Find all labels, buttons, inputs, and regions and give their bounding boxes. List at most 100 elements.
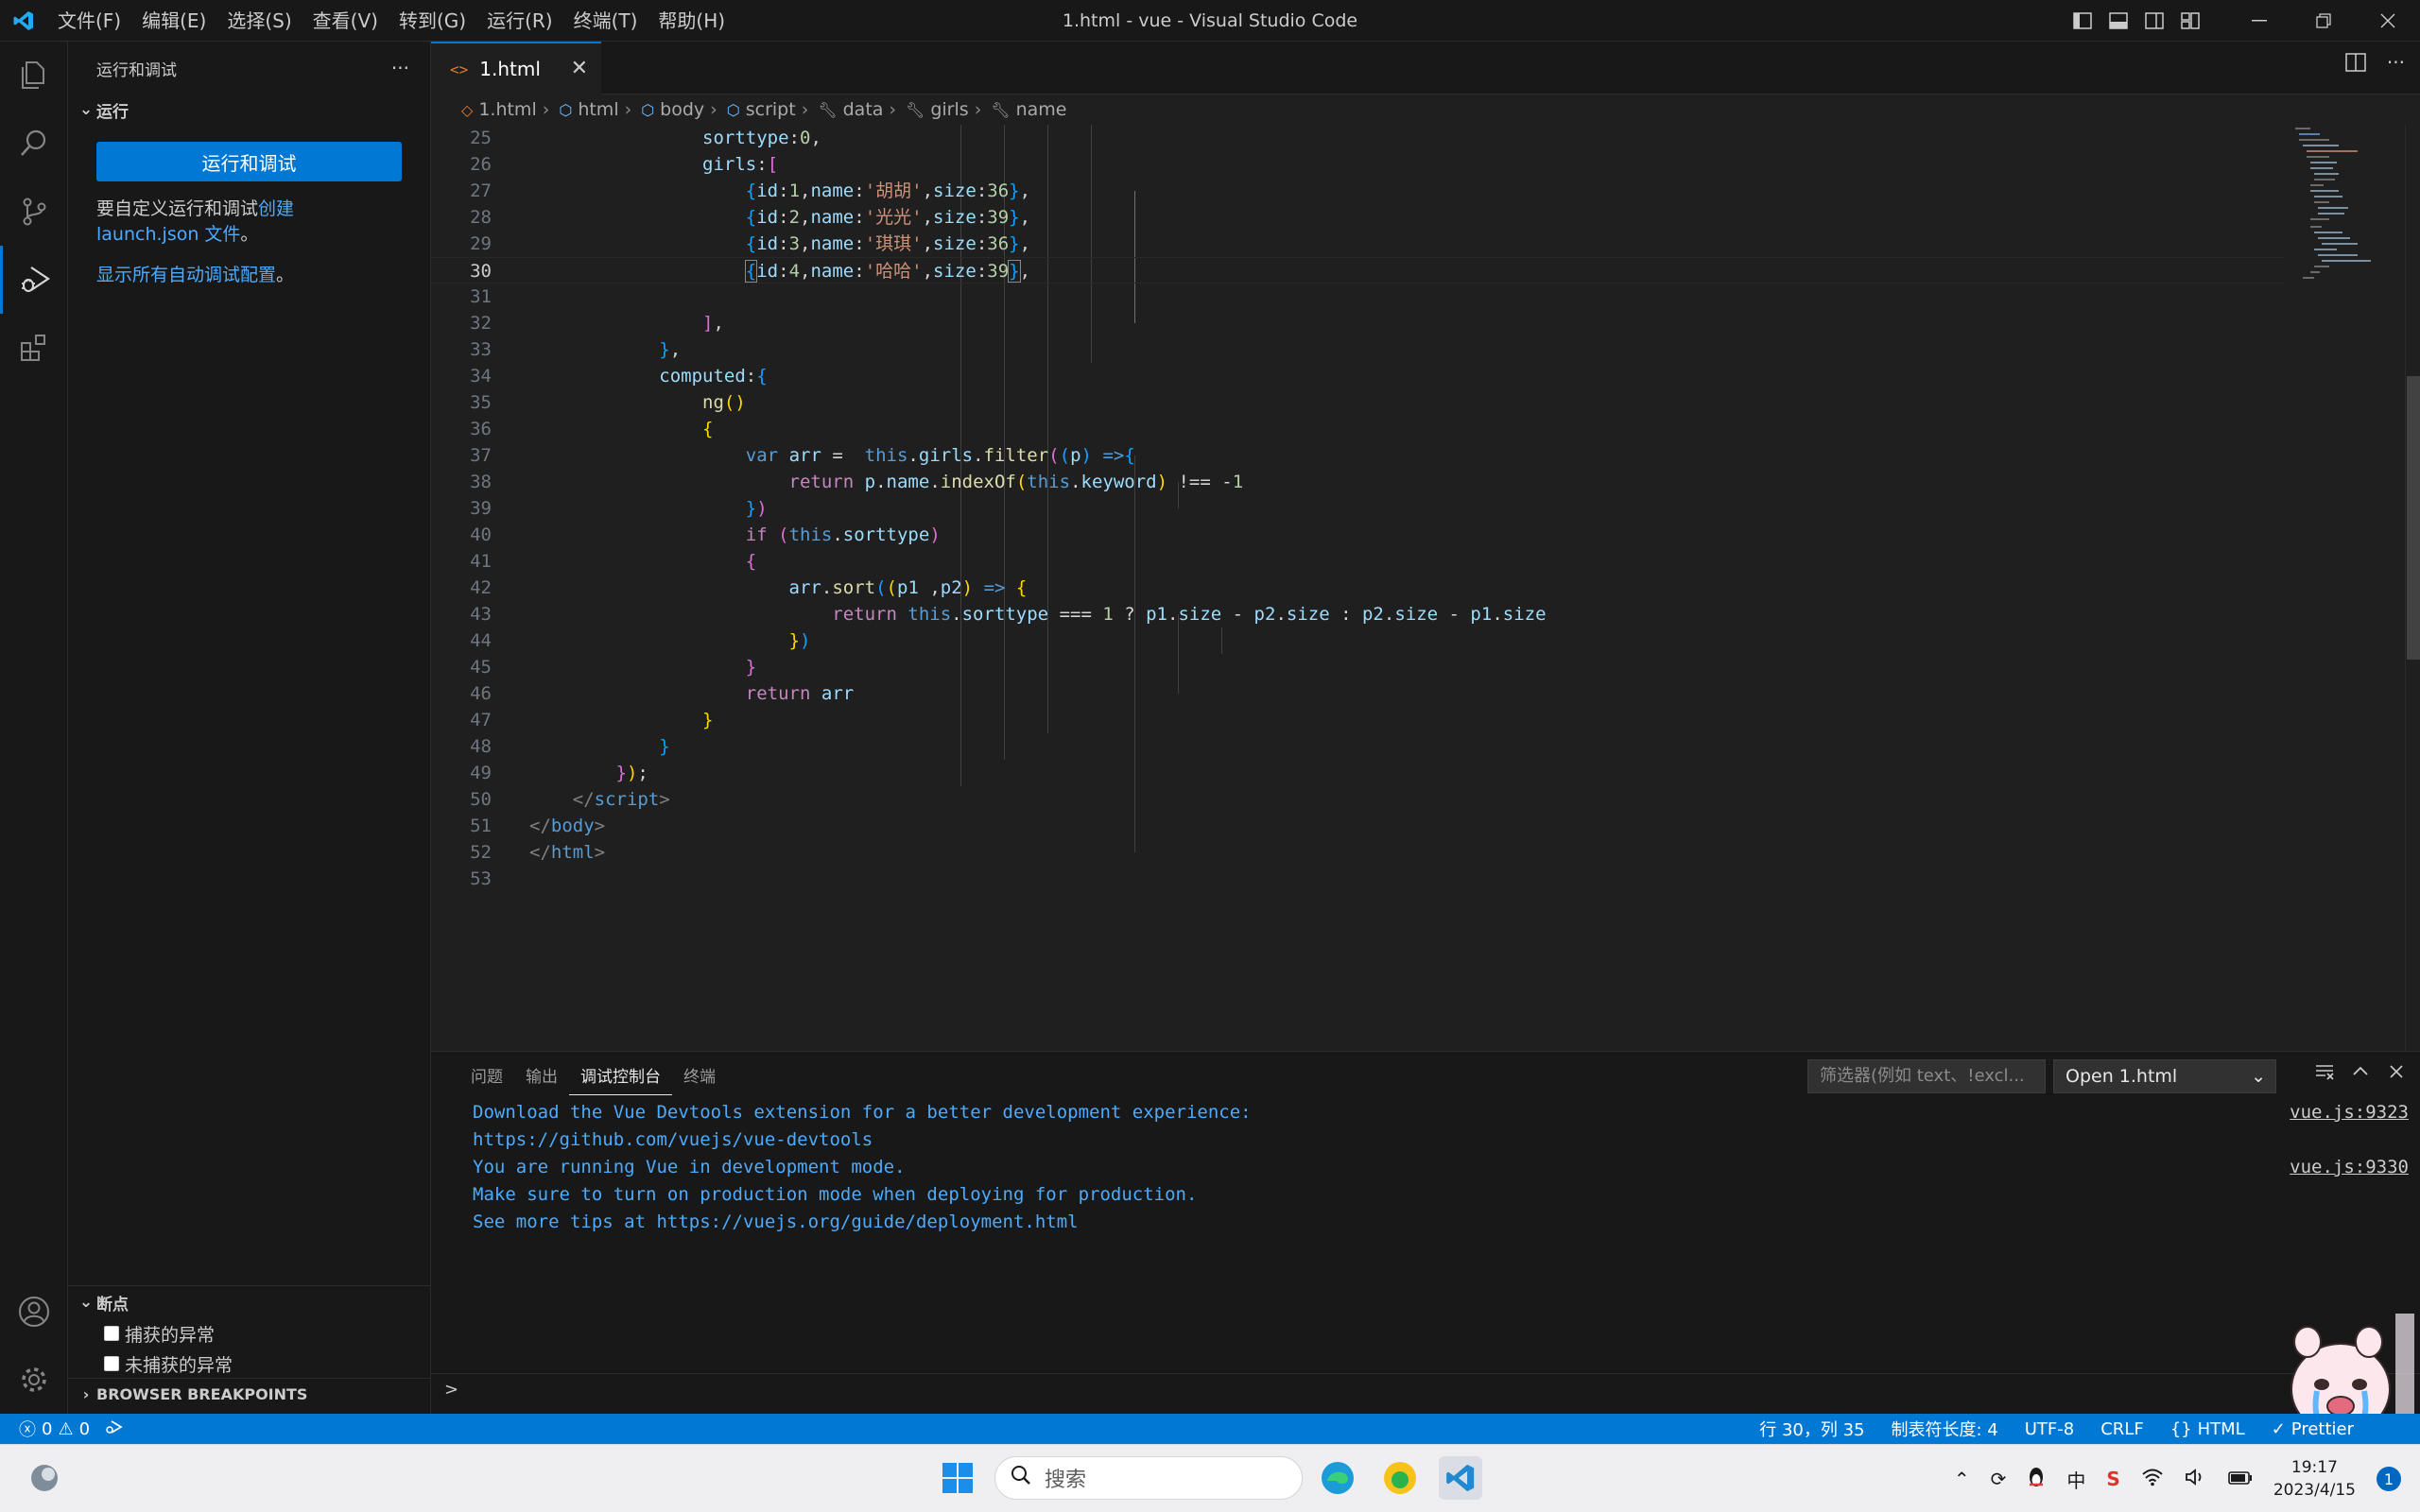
app-s-icon[interactable]: S <box>2106 1468 2119 1490</box>
ime-indicator[interactable]: 中 <box>2066 1466 2085 1493</box>
line-number: 31 <box>470 286 492 307</box>
close-panel-icon[interactable] <box>2386 1061 2407 1086</box>
tab-debug-console[interactable]: 调试控制台 <box>569 1063 672 1095</box>
code-text: computed:{ <box>659 366 768 387</box>
start-menu-icon[interactable] <box>936 1456 979 1500</box>
tab-problems[interactable]: 问题 <box>459 1063 514 1095</box>
clock[interactable]: 19:17 2023/4/15 <box>2273 1456 2356 1502</box>
breadcrumb-script[interactable]: ⬡ script <box>723 99 796 120</box>
manage-gear-icon[interactable] <box>0 1346 68 1414</box>
wrench-icon: 🔧︎ <box>906 100 925 119</box>
debug-status-icon[interactable] <box>105 1418 124 1440</box>
accounts-icon[interactable] <box>0 1278 68 1346</box>
menu-view[interactable]: 查看(V) <box>302 5 389 37</box>
breadcrumb-name-label: name <box>1015 99 1067 120</box>
code-line: 34 computed:{ <box>431 363 2284 389</box>
browser-breakpoints-header[interactable]: › BROWSER BREAKPOINTS <box>68 1378 431 1410</box>
debug-console-input[interactable]: > <box>431 1373 2420 1405</box>
console-source-link[interactable]: vue.js:9323 <box>2290 1099 2409 1126</box>
editor-more-icon[interactable]: ··· <box>2387 53 2405 76</box>
toggle-primary-sidebar-icon[interactable] <box>2065 0 2100 42</box>
tab-1-html[interactable]: <> 1.html ✕ <box>431 42 601 94</box>
menu-bar: 文件(F) 编辑(E) 选择(S) 查看(V) 转到(G) 运行(R) 终端(T… <box>47 0 735 42</box>
breadcrumb-separator-icon: › <box>974 99 982 120</box>
code-line: 27 {id:1,name:'胡胡',size:36}, <box>431 178 2284 204</box>
toggle-secondary-sidebar-icon[interactable] <box>2136 0 2172 42</box>
breadcrumb-body[interactable]: ⬡ body <box>637 99 704 120</box>
editor-scrollbar[interactable] <box>2405 125 2420 1051</box>
battery-icon[interactable] <box>2228 1468 2253 1490</box>
code-text: return p.name.indexOf(this.keyword) !== … <box>788 472 1244 492</box>
clear-console-icon[interactable] <box>2314 1061 2335 1086</box>
toggle-panel-icon[interactable] <box>2100 0 2136 42</box>
edge-browser-icon[interactable] <box>1316 1456 1359 1500</box>
menu-terminal[interactable]: 终端(T) <box>563 5 648 37</box>
extensions-icon[interactable] <box>0 314 68 382</box>
system-tray: ⌃ ⟳ 中 S 19:17 2023/4/15 1 <box>1954 1445 2401 1512</box>
qq-music-icon[interactable] <box>1378 1456 1422 1500</box>
breadcrumb-file[interactable]: ◇ 1.html <box>458 99 537 120</box>
code-text: </body> <box>529 816 606 836</box>
notification-badge[interactable]: 1 <box>2377 1467 2401 1491</box>
cursor-position[interactable]: 行 30，列 35 <box>1759 1417 1864 1441</box>
code-line: 49 }); <box>431 760 2284 786</box>
vscode-taskbar-icon[interactable] <box>1439 1456 1482 1500</box>
debug-session-select[interactable]: Open 1.html ⌄ <box>2053 1059 2276 1093</box>
explorer-icon[interactable] <box>0 42 68 110</box>
breadcrumb-name[interactable]: 🔧︎ name <box>987 99 1066 120</box>
problems-status[interactable]: ⓧ 0 ⚠ 0 <box>19 1417 90 1441</box>
wifi-icon[interactable] <box>2141 1468 2164 1491</box>
console-source-link[interactable]: vue.js:9330 <box>2290 1154 2409 1181</box>
tab-output[interactable]: 输出 <box>514 1063 569 1095</box>
prettier-status[interactable]: ✓ Prettier <box>2272 1419 2354 1439</box>
restore-icon[interactable] <box>2291 0 2356 42</box>
minimap[interactable] <box>2291 125 2405 1051</box>
volume-icon[interactable] <box>2185 1468 2207 1491</box>
source-control-icon[interactable] <box>0 178 68 246</box>
code-text: sorttype:0, <box>702 128 821 148</box>
minimize-icon[interactable] <box>2227 0 2291 42</box>
code-line: 26 girls:[ <box>431 151 2284 178</box>
breadcrumb-girls[interactable]: 🔧︎ girls <box>902 99 969 120</box>
menu-selection[interactable]: 选择(S) <box>216 5 302 37</box>
breadcrumb-html[interactable]: ⬡ html <box>555 99 618 120</box>
console-filter-input[interactable]: 筛选器(例如 text、!excl... <box>1807 1059 2046 1093</box>
language-mode[interactable]: {} HTML <box>2170 1419 2245 1439</box>
run-and-debug-button[interactable]: 运行和调试 <box>96 142 402 181</box>
menu-run[interactable]: 运行(R) <box>476 5 563 37</box>
menu-help[interactable]: 帮助(H) <box>648 5 735 37</box>
search-icon[interactable] <box>0 110 68 178</box>
line-number: 43 <box>470 604 492 625</box>
run-and-debug-icon[interactable] <box>0 246 68 314</box>
taskbar-search[interactable]: 搜索 <box>994 1456 1303 1500</box>
more-actions-icon[interactable]: ··· <box>391 57 409 79</box>
warning-icon: ⚠ <box>58 1418 74 1439</box>
tab-terminal[interactable]: 终端 <box>672 1063 727 1095</box>
split-editor-icon[interactable] <box>2345 53 2366 76</box>
run-section-header[interactable]: ⌄ 运行 <box>68 94 430 125</box>
maximize-panel-icon[interactable] <box>2350 1061 2371 1086</box>
menu-file[interactable]: 文件(F) <box>47 5 131 37</box>
breadcrumb-data[interactable]: 🔧︎ data <box>814 99 883 120</box>
menu-edit[interactable]: 编辑(E) <box>131 5 216 37</box>
close-window-icon[interactable] <box>2356 0 2420 42</box>
edge-widget-icon[interactable] <box>23 1456 66 1500</box>
sync-icon[interactable]: ⟳ <box>1991 1468 2007 1490</box>
tab-size[interactable]: 制表符长度: 4 <box>1891 1417 1997 1441</box>
file-encoding[interactable]: UTF-8 <box>2025 1419 2074 1439</box>
code-line: 32 ], <box>431 310 2284 336</box>
chevron-up-icon[interactable]: ⌃ <box>1954 1468 1970 1490</box>
code-editor[interactable]: 25 sorttype:0, 26 girls:[ 27 {id:1,name:… <box>431 125 2420 1051</box>
breadcrumb-separator-icon: › <box>710 99 717 120</box>
show-all-configs-link[interactable]: 显示所有自动调试配置 <box>96 265 276 285</box>
menu-go[interactable]: 转到(G) <box>389 5 476 37</box>
caught-exceptions-checkbox[interactable] <box>104 1326 119 1341</box>
qq-penguin-icon[interactable] <box>2027 1466 2046 1493</box>
end-of-line[interactable]: CRLF <box>2100 1419 2143 1439</box>
breakpoints-header[interactable]: ⌄ 断点 <box>68 1286 431 1318</box>
close-tab-icon[interactable]: ✕ <box>571 57 588 80</box>
editor-scrollbar-thumb[interactable] <box>2407 376 2420 660</box>
uncaught-exceptions-checkbox[interactable] <box>104 1356 119 1371</box>
customize-layout-icon[interactable] <box>2172 0 2208 42</box>
code-text: {id:1,name:'胡胡',size:36}, <box>745 180 1031 201</box>
